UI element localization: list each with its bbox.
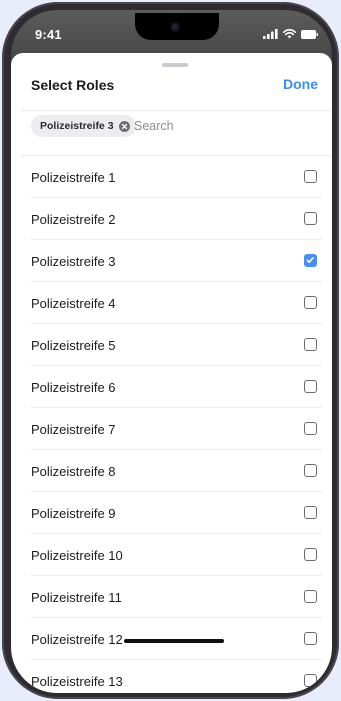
- home-indicator: [124, 639, 224, 643]
- role-label: Polizeistreife 11: [31, 589, 122, 605]
- checkbox[interactable]: [304, 506, 317, 519]
- checkbox[interactable]: [304, 422, 317, 435]
- sheet-grabber[interactable]: [162, 63, 188, 67]
- battery-icon: [301, 29, 318, 39]
- camera-icon: [170, 22, 180, 32]
- checkbox[interactable]: [304, 380, 317, 393]
- role-row[interactable]: Polizeistreife 10: [11, 534, 332, 576]
- checkbox-checked[interactable]: [304, 254, 317, 267]
- role-row[interactable]: Polizeistreife 3: [11, 240, 332, 282]
- selected-role-chip[interactable]: Polizeistreife 3: [31, 115, 136, 137]
- role-label: Polizeistreife 7: [31, 421, 116, 437]
- checkbox[interactable]: [304, 674, 317, 687]
- role-row[interactable]: Polizeistreife 8: [11, 450, 332, 492]
- role-list: Polizeistreife 1 Polizeistreife 2 Polizeis…: [11, 156, 332, 693]
- phone-frame: 9:41 Select Roles Done Polizeistreife 3 …: [2, 2, 339, 699]
- role-row[interactable]: Polizeistreife 2: [11, 198, 332, 240]
- role-label: Polizeistreife 5: [31, 337, 116, 353]
- role-label: Polizeistreife 9: [31, 505, 116, 521]
- role-label: Polizeistreife 6: [31, 379, 116, 395]
- role-label: Polizeistreife 10: [31, 547, 123, 563]
- close-circle-icon[interactable]: [118, 120, 130, 132]
- done-button[interactable]: Done: [283, 76, 318, 92]
- role-label: Polizeistreife 13: [31, 673, 123, 689]
- status-time: 9:41: [35, 27, 62, 42]
- sheet-title: Select Roles: [31, 77, 115, 93]
- search-input[interactable]: [134, 116, 314, 136]
- role-label: Polizeistreife 12: [31, 631, 123, 647]
- checkbox[interactable]: [304, 296, 317, 309]
- role-row[interactable]: Polizeistreife 9: [11, 492, 332, 534]
- checkmark-icon: [306, 257, 314, 263]
- chip-label: Polizeistreife 3: [40, 120, 114, 132]
- role-row[interactable]: Polizeistreife 7: [11, 408, 332, 450]
- checkbox[interactable]: [304, 464, 317, 477]
- header-divider: [21, 110, 332, 111]
- role-row[interactable]: Polizeistreife 11: [11, 576, 332, 618]
- checkbox[interactable]: [304, 632, 317, 645]
- status-icons: [263, 29, 318, 39]
- role-row[interactable]: Polizeistreife 1: [11, 156, 332, 198]
- checkbox[interactable]: [304, 338, 317, 351]
- role-row[interactable]: Polizeistreife 6: [11, 366, 332, 408]
- role-label: Polizeistreife 2: [31, 211, 116, 227]
- checkbox[interactable]: [304, 170, 317, 183]
- role-label: Polizeistreife 4: [31, 295, 116, 311]
- role-label: Polizeistreife 8: [31, 463, 116, 479]
- role-row[interactable]: Polizeistreife 4: [11, 282, 332, 324]
- phone-screen: 9:41 Select Roles Done Polizeistreife 3 …: [11, 10, 332, 693]
- checkbox[interactable]: [304, 212, 317, 225]
- wifi-icon: [283, 29, 296, 39]
- role-row[interactable]: Polizeistreife 13: [11, 660, 332, 693]
- signal-icon: [263, 29, 278, 39]
- role-label: Polizeistreife 1: [31, 169, 116, 185]
- role-label: Polizeistreife 3: [31, 253, 116, 269]
- checkbox[interactable]: [304, 590, 317, 603]
- checkbox[interactable]: [304, 548, 317, 561]
- role-row[interactable]: Polizeistreife 5: [11, 324, 332, 366]
- select-roles-sheet: Select Roles Done Polizeistreife 3 Poliz…: [11, 53, 332, 693]
